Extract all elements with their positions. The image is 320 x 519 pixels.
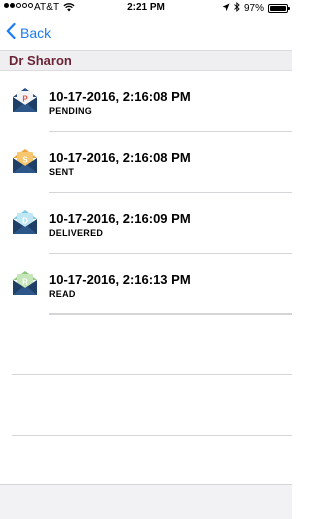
envelope-read-icon: R xyxy=(12,268,38,298)
envelope-letter: S xyxy=(22,156,28,165)
envelope-letter: P xyxy=(22,95,28,104)
message-timestamp: 10-17-2016, 2:16:09 PM xyxy=(49,211,191,226)
back-button[interactable]: Back xyxy=(6,22,52,42)
back-label: Back xyxy=(20,24,52,41)
envelope-pending-icon: P xyxy=(12,85,38,115)
battery-percent: 97% xyxy=(243,3,264,14)
message-timestamp: 10-17-2016, 2:16:08 PM xyxy=(49,150,191,165)
section-header: Dr Sharon xyxy=(0,50,292,71)
row-divider xyxy=(12,435,292,436)
bluetooth-icon xyxy=(234,1,240,15)
status-bar: AT&T 2:21 PM 97% xyxy=(0,0,292,16)
navigation-bar: Back xyxy=(0,16,292,48)
message-status-row[interactable]: R 10-17-2016, 2:16:13 PM READ xyxy=(0,254,292,315)
envelope-sent-icon: S xyxy=(12,146,38,176)
bottom-toolbar xyxy=(0,484,292,519)
message-status-row[interactable]: P 10-17-2016, 2:16:08 PM PENDING xyxy=(0,71,292,132)
envelope-letter: D xyxy=(22,217,28,226)
battery-icon xyxy=(268,4,290,13)
message-timestamp: 10-17-2016, 2:16:13 PM xyxy=(49,272,191,287)
message-timestamp: 10-17-2016, 2:16:08 PM xyxy=(49,89,191,104)
message-status: SENT xyxy=(49,167,75,177)
row-divider xyxy=(49,314,292,315)
envelope-letter: R xyxy=(22,278,28,287)
message-status-row[interactable]: S 10-17-2016, 2:16:08 PM SENT xyxy=(0,132,292,193)
message-status: PENDING xyxy=(49,106,93,116)
message-status: READ xyxy=(49,289,76,299)
envelope-delivered-icon: D xyxy=(12,207,38,237)
row-divider xyxy=(12,374,292,375)
contact-name: Dr Sharon xyxy=(9,53,72,68)
chevron-left-icon xyxy=(6,22,16,42)
message-status: DELIVERED xyxy=(49,228,104,238)
location-arrow-icon xyxy=(222,3,230,15)
row-divider xyxy=(49,313,292,314)
message-status-row[interactable]: D 10-17-2016, 2:16:09 PM DELIVERED xyxy=(0,193,292,254)
